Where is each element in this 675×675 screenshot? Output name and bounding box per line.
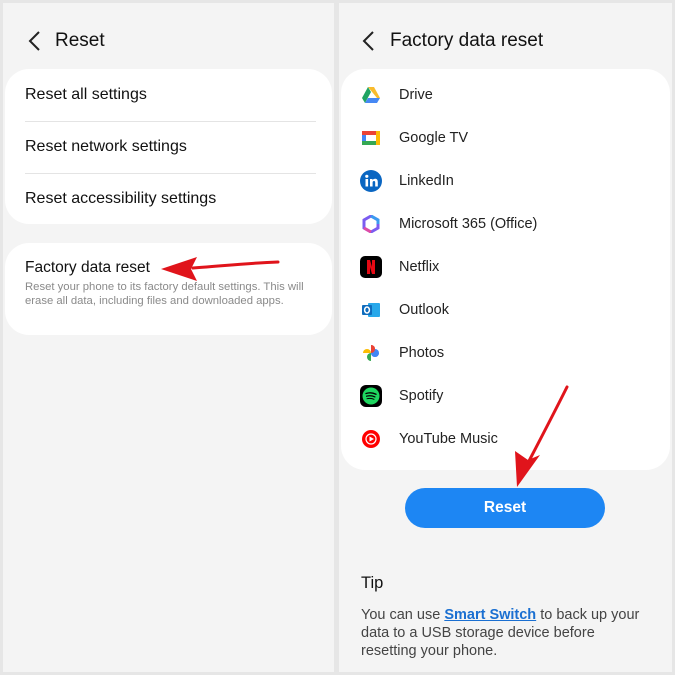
app-label: Photos [399,345,445,361]
youtube-music-icon [359,427,383,451]
reset-header: Reset [3,3,334,77]
linkedin-icon [359,169,383,193]
list-item: Drive [359,78,660,112]
app-label: Spotify [399,388,444,404]
back-arrow-icon[interactable] [357,27,381,55]
google-drive-icon [359,83,383,107]
tip-text-before: You can use [361,607,445,623]
google-tv-icon [359,126,383,150]
reset-all-settings-item[interactable]: Reset all settings [25,69,316,121]
google-photos-icon [359,341,383,365]
tip-text: You can use Smart Switch to back up your… [361,606,651,660]
tip-title: Tip [361,574,384,592]
list-item: LinkedIn [359,164,660,198]
list-item: Google TV [359,121,660,155]
reset-options-card: Reset all settings Reset network setting… [5,69,332,224]
list-item: Microsoft 365 (Office) [359,207,660,241]
app-label: LinkedIn [399,173,454,189]
app-label: Netflix [399,259,440,275]
app-label: Google TV [399,130,469,146]
list-item: YouTube Music [359,422,660,456]
outlook-icon [359,298,383,322]
back-arrow-icon[interactable] [23,27,47,55]
factory-data-reset-title: Factory data reset [25,259,150,276]
reset-network-settings-item[interactable]: Reset network settings [25,121,316,173]
app-label: YouTube Music [399,431,498,447]
factory-data-reset-description: Reset your phone to its factory default … [25,281,304,307]
list-item: Netflix [359,250,660,284]
spotify-icon [359,384,383,408]
app-label: Drive [399,87,433,103]
factory-data-reset-item[interactable]: Factory data reset Reset your phone to i… [5,243,332,335]
reset-screen: Reset Reset all settings Reset network s… [3,3,334,672]
app-label: Microsoft 365 (Office) [399,216,538,232]
page-title: Reset [55,30,105,51]
list-item: Spotify [359,379,660,413]
reset-accessibility-settings-item[interactable]: Reset accessibility settings [25,173,316,225]
list-item: Outlook [359,293,660,327]
smart-switch-link[interactable]: Smart Switch [444,607,536,623]
factory-data-reset-screen: Factory data reset Drive Google TV Linke… [339,3,672,672]
reset-button[interactable]: Reset [405,488,605,528]
netflix-icon [359,255,383,279]
list-item: Photos [359,336,660,370]
app-label: Outlook [399,302,449,318]
page-title: Factory data reset [390,30,544,51]
fdr-header: Factory data reset [339,3,672,77]
microsoft-365-icon [359,212,383,236]
app-list-card: Drive Google TV LinkedIn Microsoft 365 (… [341,69,670,470]
